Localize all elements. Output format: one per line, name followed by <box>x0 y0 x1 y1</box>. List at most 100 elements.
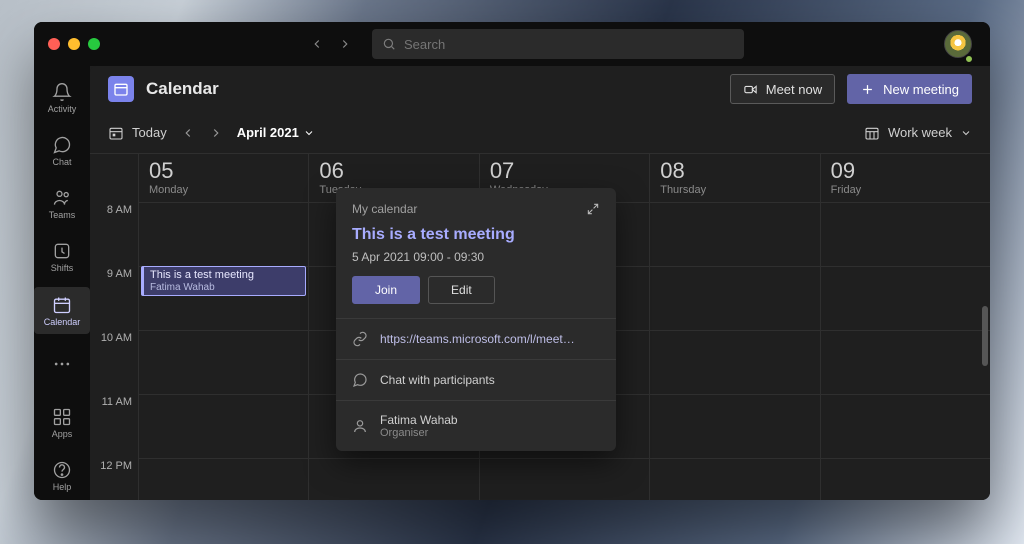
rail-chat[interactable]: Chat <box>34 127 90 174</box>
hour-label: 12 PM <box>90 458 132 500</box>
calendar-toolbar: Today April 2021 Work week <box>90 112 990 154</box>
rail-shifts[interactable]: Shifts <box>34 234 90 281</box>
grid-icon <box>864 125 880 141</box>
calendar-header: Calendar Meet now New meeting <box>90 66 990 112</box>
chat-icon <box>52 135 72 155</box>
today-icon <box>108 125 124 141</box>
view-selector[interactable]: Work week <box>864 125 972 141</box>
day-number: 09 <box>831 158 980 184</box>
popover-time: 5 Apr 2021 09:00 - 09:30 <box>336 244 616 276</box>
button-label: Edit <box>451 283 472 297</box>
meet-now-button[interactable]: Meet now <box>730 74 835 104</box>
bell-icon <box>52 82 72 102</box>
day-header: 08 Thursday <box>650 154 819 202</box>
event-details-popover: My calendar This is a test meeting 5 Apr… <box>336 188 616 451</box>
app-window: Activity Chat Teams Shifts Calendar <box>34 22 990 500</box>
calendar-header-icon <box>108 76 134 102</box>
popover-title: This is a test meeting <box>336 220 616 244</box>
day-column-thursday[interactable]: 08 Thursday <box>649 154 819 500</box>
hour-label: 8 AM <box>90 202 132 266</box>
organizer-name: Fatima Wahab <box>380 413 458 427</box>
app-rail: Activity Chat Teams Shifts Calendar <box>34 66 90 500</box>
rail-activity[interactable]: Activity <box>34 74 90 121</box>
time-gutter: 8 AM 9 AM 10 AM 11 AM 12 PM <box>90 154 138 500</box>
organizer-block: Fatima Wahab Organiser <box>380 413 458 439</box>
apps-icon <box>52 407 72 427</box>
organizer-row[interactable]: Fatima Wahab Organiser <box>336 400 616 451</box>
help-icon <box>52 460 72 480</box>
chat-label: Chat with participants <box>380 373 495 387</box>
view-label: Work week <box>888 125 952 140</box>
calendar-event[interactable]: This is a test meeting Fatima Wahab <box>141 266 306 296</box>
day-name: Monday <box>149 184 298 196</box>
rail-teams[interactable]: Teams <box>34 181 90 228</box>
scrollbar-thumb[interactable] <box>982 306 988 366</box>
chat-participants-row[interactable]: Chat with participants <box>336 359 616 400</box>
plus-icon <box>860 82 875 97</box>
next-period-button[interactable] <box>209 126 223 140</box>
rail-label: Shifts <box>51 263 74 273</box>
rail-label: Chat <box>52 157 71 167</box>
day-column-friday[interactable]: 09 Friday <box>820 154 990 500</box>
window-controls <box>48 38 100 50</box>
hour-label: 9 AM <box>90 266 132 330</box>
rail-more[interactable] <box>34 340 90 387</box>
join-button[interactable]: Join <box>352 276 420 304</box>
teams-icon <box>52 188 72 208</box>
button-label: New meeting <box>883 82 959 97</box>
month-picker[interactable]: April 2021 <box>237 125 315 140</box>
button-label: Join <box>375 283 397 297</box>
day-name: Friday <box>831 184 980 196</box>
titlebar <box>34 22 990 66</box>
rail-apps[interactable]: Apps <box>34 400 90 447</box>
search-icon <box>382 37 396 51</box>
video-icon <box>743 82 758 97</box>
event-organizer: Fatima Wahab <box>150 282 215 293</box>
organizer-role: Organiser <box>380 427 458 439</box>
forward-icon[interactable] <box>338 37 352 51</box>
today-label: Today <box>132 125 167 140</box>
edit-button[interactable]: Edit <box>428 276 495 304</box>
prev-period-button[interactable] <box>181 126 195 140</box>
hour-label: 10 AM <box>90 330 132 394</box>
rail-calendar[interactable]: Calendar <box>34 287 90 334</box>
today-button[interactable]: Today <box>108 125 167 141</box>
chevron-down-icon <box>303 127 315 139</box>
maximize-window-button[interactable] <box>88 38 100 50</box>
expand-icon[interactable] <box>586 202 600 216</box>
clock-icon <box>52 241 72 261</box>
popover-calendar-name: My calendar <box>352 202 417 216</box>
calendar-icon <box>52 295 72 315</box>
event-title: This is a test meeting <box>150 269 299 281</box>
day-name: Thursday <box>660 184 809 196</box>
rail-label: Teams <box>49 210 76 220</box>
back-icon[interactable] <box>310 37 324 51</box>
rail-help[interactable]: Help <box>34 453 90 500</box>
meeting-link-text: https://teams.microsoft.com/l/meetup-joi… <box>380 332 580 346</box>
history-nav <box>310 37 352 51</box>
link-icon <box>352 331 368 347</box>
button-label: Meet now <box>766 82 822 97</box>
day-column-monday[interactable]: 05 Monday This is a test meeting Fatima … <box>138 154 308 500</box>
rail-label: Activity <box>48 104 77 114</box>
day-number: 06 <box>319 158 468 184</box>
chevron-down-icon <box>960 127 972 139</box>
day-number: 07 <box>490 158 639 184</box>
meeting-link-row[interactable]: https://teams.microsoft.com/l/meetup-joi… <box>336 318 616 359</box>
search-box[interactable] <box>372 29 744 59</box>
month-label-text: April 2021 <box>237 125 299 140</box>
presence-indicator <box>964 54 974 64</box>
rail-label: Calendar <box>44 317 81 327</box>
chat-icon <box>352 372 368 388</box>
minimize-window-button[interactable] <box>68 38 80 50</box>
search-input[interactable] <box>404 37 734 52</box>
rail-label: Help <box>53 482 72 492</box>
day-number: 08 <box>660 158 809 184</box>
day-header: 05 Monday <box>139 154 308 202</box>
ellipsis-icon <box>52 354 72 374</box>
page-title: Calendar <box>146 79 219 99</box>
new-meeting-button[interactable]: New meeting <box>847 74 972 104</box>
rail-label: Apps <box>52 429 73 439</box>
close-window-button[interactable] <box>48 38 60 50</box>
day-number: 05 <box>149 158 298 184</box>
